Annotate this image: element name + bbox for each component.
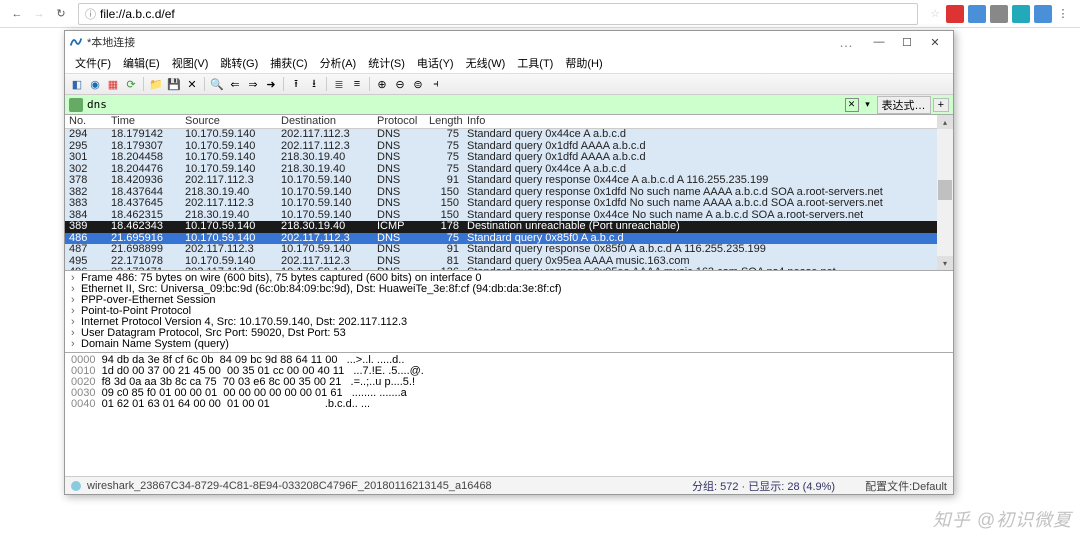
restart-capture-icon[interactable]: ⟳	[123, 76, 139, 92]
display-filter-input[interactable]	[87, 98, 845, 111]
close-button[interactable]: ✕	[921, 33, 949, 51]
open-icon[interactable]: 📁	[148, 76, 164, 92]
packet-row[interactable]: 30218.20447610.170.59.140218.30.19.40DNS…	[65, 164, 937, 176]
ext-icon[interactable]	[968, 5, 986, 23]
menu-item[interactable]: 工具(T)	[511, 53, 559, 73]
packet-row[interactable]: 30118.20445810.170.59.140218.30.19.40DNS…	[65, 152, 937, 164]
packet-row[interactable]: 38418.462315218.30.19.4010.170.59.140DNS…	[65, 210, 937, 222]
menu-item[interactable]: 无线(W)	[460, 53, 512, 73]
minimize-button[interactable]: —	[865, 33, 893, 51]
zoom-reset-icon[interactable]: ⊜	[410, 76, 426, 92]
ext-icon[interactable]	[1034, 5, 1052, 23]
packet-row[interactable]: 29518.17930710.170.59.140202.117.112.3DN…	[65, 141, 937, 153]
window-title: *本地连接	[87, 34, 839, 50]
profile-label[interactable]: 配置文件:Default	[865, 478, 947, 494]
info-icon: ⓘ	[85, 6, 96, 22]
wireshark-icon	[69, 35, 83, 49]
reload-button[interactable]: ↻	[50, 3, 72, 25]
zoom-in-icon[interactable]: ⊕	[374, 76, 390, 92]
extension-icons	[946, 5, 1052, 23]
menu-item[interactable]: 捕获(C)	[264, 53, 313, 73]
hex-line[interactable]: 0040 01 62 01 63 01 64 00 00 01 00 01 .b…	[71, 399, 947, 410]
packet-row[interactable]: 48621.69591610.170.59.140202.117.112.3DN…	[65, 233, 937, 245]
packet-list-header[interactable]: No. Time Source Destination Protocol Len…	[65, 115, 937, 129]
menu-item[interactable]: 电话(Y)	[411, 53, 460, 73]
zoom-out-icon[interactable]: ⊖	[392, 76, 408, 92]
menu-bar: 文件(F)编辑(E)视图(V)跳转(G)捕获(C)分析(A)统计(S)电话(Y)…	[65, 53, 953, 73]
colorize-icon[interactable]: ≡	[349, 76, 365, 92]
packet-row[interactable]: 38918.46234310.170.59.140218.30.19.40ICM…	[65, 221, 937, 233]
expression-button[interactable]: 表达式…	[877, 96, 931, 114]
close-file-icon[interactable]: ✕	[184, 76, 200, 92]
title-bar: *本地连接 … — ☐ ✕	[65, 31, 953, 53]
menu-item[interactable]: 视图(V)	[166, 53, 215, 73]
packet-row[interactable]: 29418.17914210.170.59.140202.117.112.3DN…	[65, 129, 937, 141]
packet-row[interactable]: 38218.437644218.30.19.4010.170.59.140DNS…	[65, 187, 937, 199]
display-filter-bar: ✕ ▾ 表达式… +	[65, 95, 953, 115]
menu-item[interactable]: 分析(A)	[314, 53, 363, 73]
star-button[interactable]: ☆	[924, 3, 946, 25]
tree-item[interactable]: ›Domain Name System (query)	[71, 339, 947, 350]
prev-icon[interactable]: ⇐	[227, 76, 243, 92]
autoscroll-icon[interactable]: ≣	[331, 76, 347, 92]
packet-row[interactable]: 49522.17107810.170.59.140202.117.112.3DN…	[65, 256, 937, 268]
resize-cols-icon[interactable]: ⫞	[428, 76, 444, 92]
status-bar: wireshark_23867C34-8729-4C81-8E94-033208…	[65, 476, 953, 494]
stop-capture-icon[interactable]: ▦	[105, 76, 121, 92]
apply-filter-button[interactable]: ▾	[861, 98, 875, 112]
expert-info-icon[interactable]	[71, 481, 81, 491]
save-icon[interactable]: 💾	[166, 76, 182, 92]
find-icon[interactable]: 🔍	[209, 76, 225, 92]
packet-row[interactable]: 48721.698899202.117.112.310.170.59.140DN…	[65, 244, 937, 256]
menu-item[interactable]: 帮助(H)	[559, 53, 608, 73]
forward-button[interactable]: →	[28, 3, 50, 25]
menu-item[interactable]: 统计(S)	[362, 53, 411, 73]
toolbar-overflow[interactable]: …	[839, 34, 853, 50]
packet-row[interactable]: 37818.420936202.117.112.310.170.59.140DN…	[65, 175, 937, 187]
packet-bytes-pane[interactable]: 0000 94 db da 3e 8f cf 6c 0b 84 09 bc 9d…	[65, 353, 953, 476]
menu-item[interactable]: 编辑(E)	[117, 53, 166, 73]
menu-button[interactable]: ⋮	[1052, 3, 1074, 25]
clear-filter-button[interactable]: ✕	[845, 98, 859, 112]
goto-icon[interactable]: ➜	[263, 76, 279, 92]
packet-details-pane[interactable]: ›Frame 486: 75 bytes on wire (600 bits),…	[65, 271, 953, 353]
packet-scrollbar[interactable]: ▴ ▾	[937, 115, 953, 270]
first-icon[interactable]: ⭱	[288, 76, 304, 92]
main-toolbar: ◧ ◉ ▦ ⟳ 📁 💾 ✕ 🔍 ⇐ ⇒ ➜ ⭱ ⭳ ≣ ≡ ⊕ ⊖ ⊜ ⫞	[65, 73, 953, 95]
add-filter-button[interactable]: +	[933, 98, 949, 112]
last-icon[interactable]: ⭳	[306, 76, 322, 92]
menu-item[interactable]: 文件(F)	[69, 53, 117, 73]
address-bar[interactable]: ⓘ	[78, 3, 918, 25]
tree-item[interactable]: ›PPP-over-Ethernet Session	[71, 295, 947, 306]
packet-list-pane: No. Time Source Destination Protocol Len…	[65, 115, 953, 271]
browser-toolbar: ← → ↻ ⓘ ☆ ⋮	[0, 0, 1080, 28]
url-input[interactable]	[100, 7, 911, 21]
wireshark-window: *本地连接 … — ☐ ✕ 文件(F)编辑(E)视图(V)跳转(G)捕获(C)分…	[64, 30, 954, 495]
next-icon[interactable]: ⇒	[245, 76, 261, 92]
watermark: 知乎 @初识微夏	[933, 506, 1072, 532]
packet-row[interactable]: 49622.173471202.117.112.310.170.59.140DN…	[65, 267, 937, 270]
ext-icon[interactable]	[990, 5, 1008, 23]
ext-icon[interactable]	[946, 5, 964, 23]
list-icon[interactable]: ◧	[69, 76, 85, 92]
capture-file-label: wireshark_23867C34-8729-4C81-8E94-033208…	[87, 480, 692, 492]
bookmark-icon[interactable]	[69, 98, 83, 112]
ext-icon[interactable]	[1012, 5, 1030, 23]
packet-row[interactable]: 38318.437645202.117.112.310.170.59.140DN…	[65, 198, 937, 210]
maximize-button[interactable]: ☐	[893, 33, 921, 51]
start-capture-icon[interactable]: ◉	[87, 76, 103, 92]
menu-item[interactable]: 跳转(G)	[214, 53, 264, 73]
back-button[interactable]: ←	[6, 3, 28, 25]
